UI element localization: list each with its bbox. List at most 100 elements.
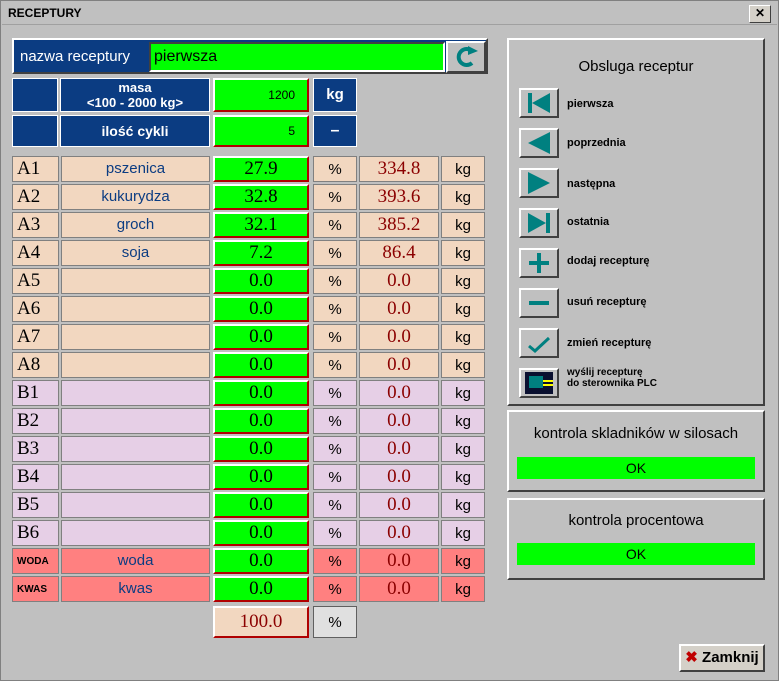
ingredient-name: [61, 464, 210, 490]
send-to-plc-label-line1: wyślij recepturę: [567, 367, 643, 378]
ingredient-name: [61, 520, 210, 546]
total-percent: 100.0: [213, 606, 309, 638]
ingredient-kg-unit: kg: [441, 324, 485, 350]
ingredient-percent-input[interactable]: 7.2: [213, 240, 309, 266]
refresh-button[interactable]: [446, 41, 486, 73]
ingredient-percent-unit: %: [313, 576, 357, 602]
plc-icon: [525, 372, 553, 394]
delete-recipe-label: usuń recepturę: [567, 296, 647, 308]
ingredient-percent-unit: %: [313, 156, 357, 182]
ingredient-code: A1: [12, 156, 59, 182]
recipe-name-label: nazwa receptury: [20, 48, 131, 65]
ingredient-percent-unit: %: [313, 492, 357, 518]
next-button[interactable]: [519, 168, 559, 198]
masa-input[interactable]: 1200: [213, 78, 309, 112]
ingredient-percent-input[interactable]: 0.0: [213, 548, 309, 574]
ingredient-percent-input[interactable]: 32.8: [213, 184, 309, 210]
ingredient-code: B1: [12, 380, 59, 406]
ingredient-name: [61, 408, 210, 434]
percent-check-title: kontrola procentowa: [568, 512, 704, 529]
ingredient-percent-input[interactable]: 0.0: [213, 436, 309, 462]
ingredient-code: A8: [12, 352, 59, 378]
ingredient-percent-input[interactable]: 0.0: [213, 380, 309, 406]
ingredient-percent-input[interactable]: 0.0: [213, 492, 309, 518]
ingredient-kg-value: 0.0: [359, 352, 439, 378]
ingredient-kg-unit: kg: [441, 520, 485, 546]
ingredient-percent-unit: %: [313, 324, 357, 350]
ingredient-code: WODA: [12, 548, 59, 574]
ingredient-percent-input[interactable]: 0.0: [213, 520, 309, 546]
masa-unit: kg: [313, 78, 357, 112]
ingredient-name: [61, 324, 210, 350]
first-icon: [528, 93, 550, 113]
ingredient-percent-unit: %: [313, 352, 357, 378]
last-button[interactable]: [519, 208, 559, 238]
close-button[interactable]: ✖ Zamknij: [679, 644, 765, 672]
ingredient-percent-input[interactable]: 0.0: [213, 408, 309, 434]
ingredient-name: [61, 268, 210, 294]
first-button[interactable]: [519, 88, 559, 118]
ingredient-percent-input[interactable]: 0.0: [213, 576, 309, 602]
ingredient-percent-unit: %: [313, 296, 357, 322]
ingredient-code: B6: [12, 520, 59, 546]
ingredient-kg-unit: kg: [441, 184, 485, 210]
ingredient-kg-value: 0.0: [359, 492, 439, 518]
ingredient-percent-unit: %: [313, 380, 357, 406]
previous-button[interactable]: [519, 128, 559, 158]
ingredient-name: woda: [61, 548, 210, 574]
recipe-name-input[interactable]: pierwsza: [149, 42, 445, 72]
edit-recipe-button[interactable]: [519, 328, 559, 358]
ingredient-code: A7: [12, 324, 59, 350]
ingredient-kg-unit: kg: [441, 464, 485, 490]
send-to-plc-label: wyślij recepturę do sterownika PLC: [567, 367, 657, 389]
ingredient-percent-unit: %: [313, 548, 357, 574]
ingredient-code: KWAS: [12, 576, 59, 602]
next-icon: [528, 172, 550, 194]
checkmark-icon: [528, 336, 551, 353]
ingredient-code: A3: [12, 212, 59, 238]
ingredient-kg-value: 334.8: [359, 156, 439, 182]
ingredient-kg-value: 0.0: [359, 576, 439, 602]
window-close-button[interactable]: ✕: [749, 5, 771, 23]
ingredient-percent-input[interactable]: 0.0: [213, 464, 309, 490]
percent-check-panel: kontrola procentowa OK: [507, 498, 765, 580]
silo-check-title: kontrola skladników w silosach: [533, 425, 739, 442]
ingredient-code: B2: [12, 408, 59, 434]
ingredient-percent-input[interactable]: 27.9: [213, 156, 309, 182]
ingredient-kg-unit: kg: [441, 576, 485, 602]
delete-recipe-button[interactable]: [519, 288, 559, 318]
ingredient-percent-input[interactable]: 0.0: [213, 352, 309, 378]
send-to-plc-button[interactable]: [519, 368, 559, 398]
masa-marker: [12, 78, 58, 112]
ingredient-kg-value: 0.0: [359, 548, 439, 574]
silo-check-panel: kontrola skladników w silosach OK: [507, 410, 765, 492]
recipes-window: RECEPTURY ✕ nazwa receptury pierwsza mas…: [0, 0, 779, 681]
ingredient-kg-value: 0.0: [359, 436, 439, 462]
ingredient-kg-value: 0.0: [359, 268, 439, 294]
ingredient-percent-unit: %: [313, 268, 357, 294]
previous-icon: [528, 132, 550, 154]
ingredient-name: soja: [61, 240, 210, 266]
ingredient-percent-input[interactable]: 0.0: [213, 324, 309, 350]
ingredient-name: [61, 492, 210, 518]
edit-recipe-label: zmień recepturę: [567, 337, 652, 349]
ingredient-kg-unit: kg: [441, 296, 485, 322]
ingredient-percent-input[interactable]: 0.0: [213, 268, 309, 294]
recipe-operations-panel: Obsluga receptur pierwsza poprzednia nas…: [507, 38, 765, 406]
cykle-input[interactable]: 5: [213, 115, 309, 147]
cykle-marker: [12, 115, 58, 147]
window-title: RECEPTURY: [8, 6, 82, 20]
add-recipe-button[interactable]: [519, 248, 559, 278]
total-percent-unit: %: [313, 606, 357, 638]
ingredient-percent-input[interactable]: 0.0: [213, 296, 309, 322]
ingredient-kg-unit: kg: [441, 268, 485, 294]
ingredient-name: [61, 296, 210, 322]
ingredient-name: [61, 436, 210, 462]
ingredient-code: B5: [12, 492, 59, 518]
ingredient-code: A5: [12, 268, 59, 294]
ingredient-kg-unit: kg: [441, 548, 485, 574]
first-label: pierwsza: [567, 98, 614, 110]
ingredient-percent-input[interactable]: 32.1: [213, 212, 309, 238]
ingredient-kg-unit: kg: [441, 352, 485, 378]
masa-label-line1: masa: [118, 80, 152, 95]
